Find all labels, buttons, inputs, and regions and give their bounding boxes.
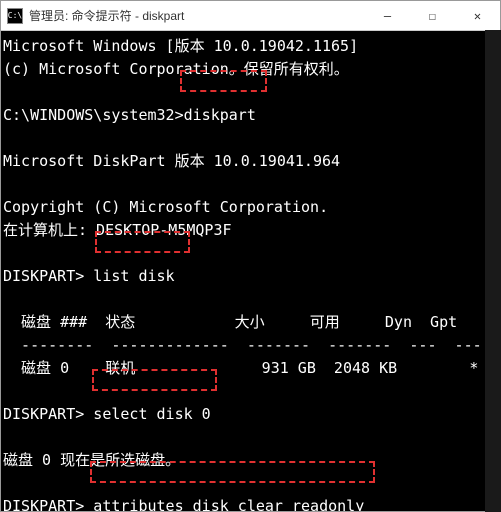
command-prompt-window: C:\ 管理员: 命令提示符 - diskpart — ☐ ✕ Microsof… — [0, 0, 501, 512]
line: DISKPART> list disk — [3, 267, 175, 285]
line: Microsoft Windows [版本 10.0.19042.1165] — [3, 37, 358, 55]
maximize-button[interactable]: ☐ — [410, 1, 455, 30]
line: Copyright (C) Microsoft Corporation. — [3, 198, 328, 216]
line: 磁盘 ### 状态 大小 可用 Dyn Gpt — [3, 313, 457, 331]
line: -------- ------------- ------- ------- -… — [3, 336, 482, 354]
minimize-button[interactable]: — — [365, 1, 410, 30]
line: Microsoft DiskPart 版本 10.0.19041.964 — [3, 152, 340, 170]
line: 在计算机上: DESKTOP-M5MQP3F — [3, 221, 232, 239]
scrollbar[interactable] — [485, 30, 501, 512]
terminal-output[interactable]: Microsoft Windows [版本 10.0.19042.1165] (… — [1, 31, 500, 511]
window-controls: — ☐ ✕ — [365, 1, 500, 30]
cmd-icon: C:\ — [7, 8, 23, 24]
line: (c) Microsoft Corporation。保留所有权利。 — [3, 60, 349, 78]
line: 磁盘 0 联机 931 GB 2048 KB * — [3, 359, 478, 377]
line: C:\WINDOWS\system32>diskpart — [3, 106, 256, 124]
line: DISKPART> attributes disk clear readonly — [3, 497, 364, 511]
line: 磁盘 0 现在是所选磁盘。 — [3, 451, 180, 469]
close-button[interactable]: ✕ — [455, 1, 500, 30]
titlebar[interactable]: C:\ 管理员: 命令提示符 - diskpart — ☐ ✕ — [1, 1, 500, 31]
window-title: 管理员: 命令提示符 - diskpart — [29, 7, 365, 24]
line: DISKPART> select disk 0 — [3, 405, 211, 423]
